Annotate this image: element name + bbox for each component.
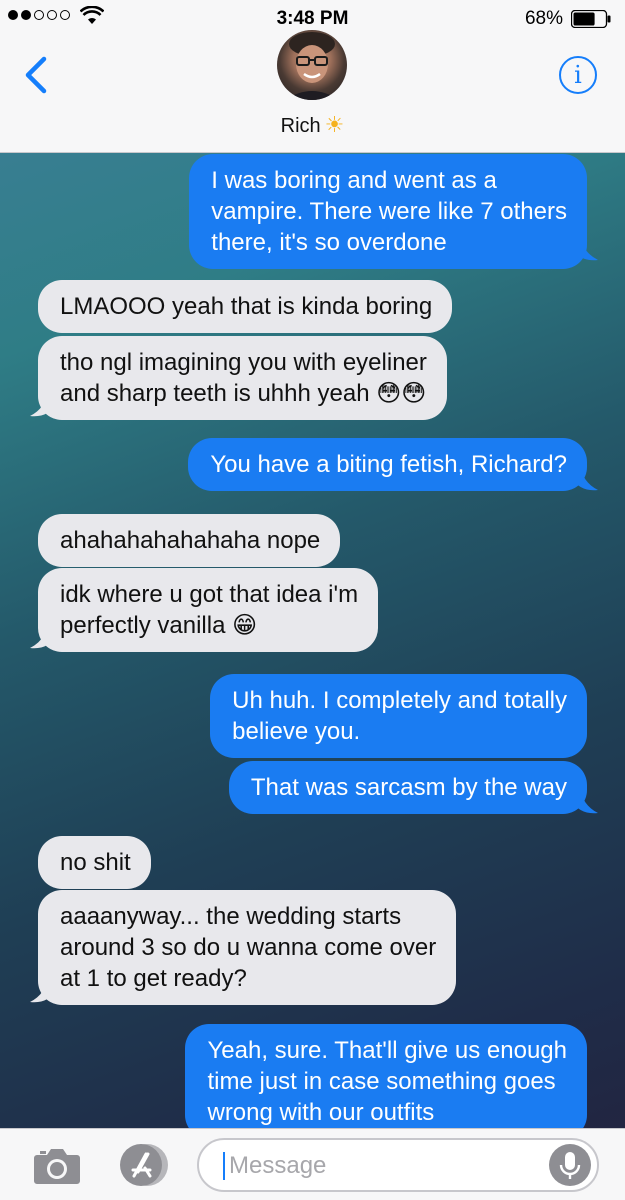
- contact-name: Rich: [280, 115, 321, 137]
- text-cursor: [223, 1152, 225, 1180]
- info-button[interactable]: i: [559, 56, 597, 94]
- message-bubble-sent[interactable]: You have a biting fetish, Richard?: [188, 438, 587, 491]
- conversation-header: 3:48 PM 68% Rich ☀ i: [0, 0, 625, 153]
- contact-avatar[interactable]: [277, 30, 347, 100]
- message-bubble-sent[interactable]: Uh huh. I completely and totally believe…: [210, 674, 587, 758]
- avatar-photo: [285, 32, 339, 100]
- message-bubble-received[interactable]: aaaanyway... the wedding starts around 3…: [38, 890, 457, 1005]
- microphone-icon: [559, 1152, 581, 1179]
- message-composer: Message: [0, 1128, 625, 1200]
- camera-button[interactable]: [33, 1145, 81, 1185]
- messages-screen: 3:48 PM 68% Rich ☀ i I was boring and we…: [0, 0, 625, 1200]
- microphone-button[interactable]: [549, 1144, 591, 1186]
- message-input[interactable]: Message: [197, 1138, 599, 1192]
- message-bubble-received[interactable]: no shit: [38, 836, 151, 889]
- message-bubble-received[interactable]: ahahahahahahaha nope: [38, 514, 341, 567]
- message-input-placeholder: Message: [229, 1152, 327, 1179]
- message-bubble-received[interactable]: LMAOOO yeah that is kinda boring: [38, 280, 453, 333]
- message-bubble-sent[interactable]: Yeah, sure. That'll give us enough time …: [185, 1024, 587, 1139]
- battery-icon: [571, 10, 611, 28]
- contact-name-row[interactable]: Rich ☀: [0, 112, 625, 138]
- app-store-button[interactable]: [115, 1142, 171, 1188]
- message-bubble-sent[interactable]: That was sarcasm by the way: [228, 761, 587, 814]
- sun-emoji: ☀: [324, 112, 345, 137]
- battery-percentage: 68%: [524, 8, 563, 29]
- message-bubble-received[interactable]: idk where u got that idea i'm perfectly …: [38, 568, 379, 652]
- back-button[interactable]: [22, 55, 52, 95]
- message-bubble-received[interactable]: tho ngl imagining you with eyeliner and …: [38, 336, 447, 420]
- message-bubble-sent[interactable]: I was boring and went as a vampire. Ther…: [189, 154, 587, 269]
